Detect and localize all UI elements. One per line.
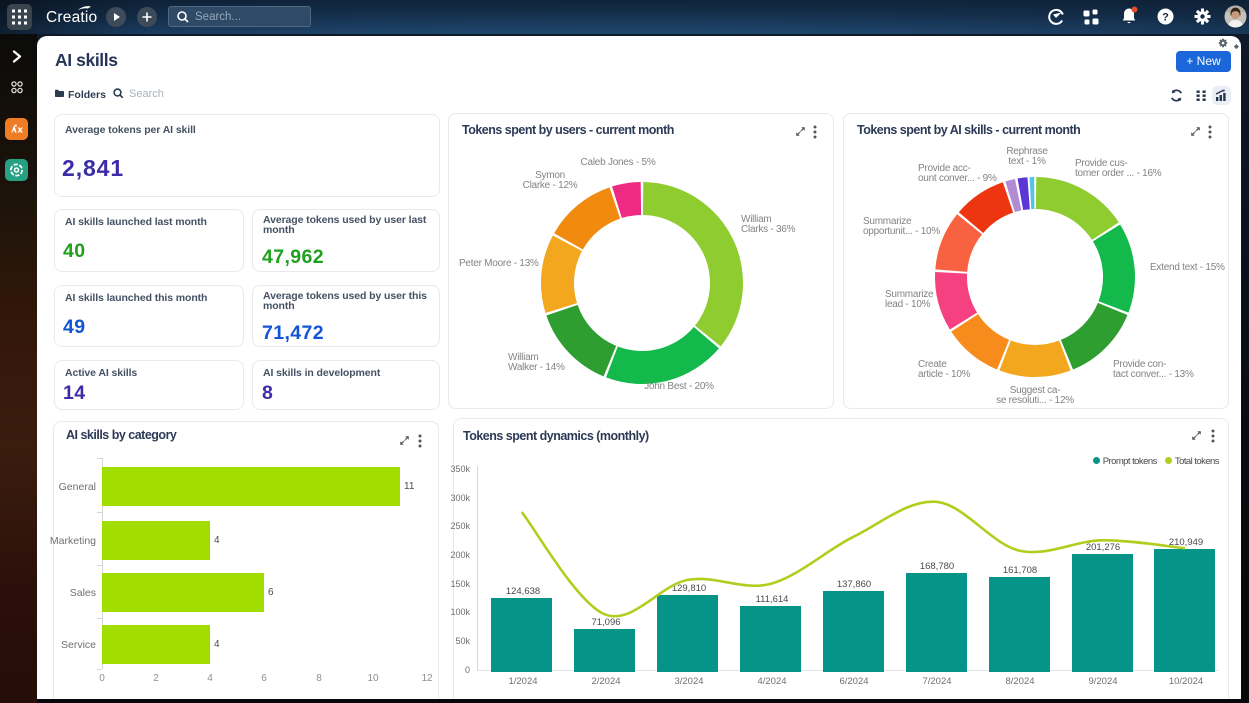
svg-text:?: ?	[1162, 12, 1169, 24]
